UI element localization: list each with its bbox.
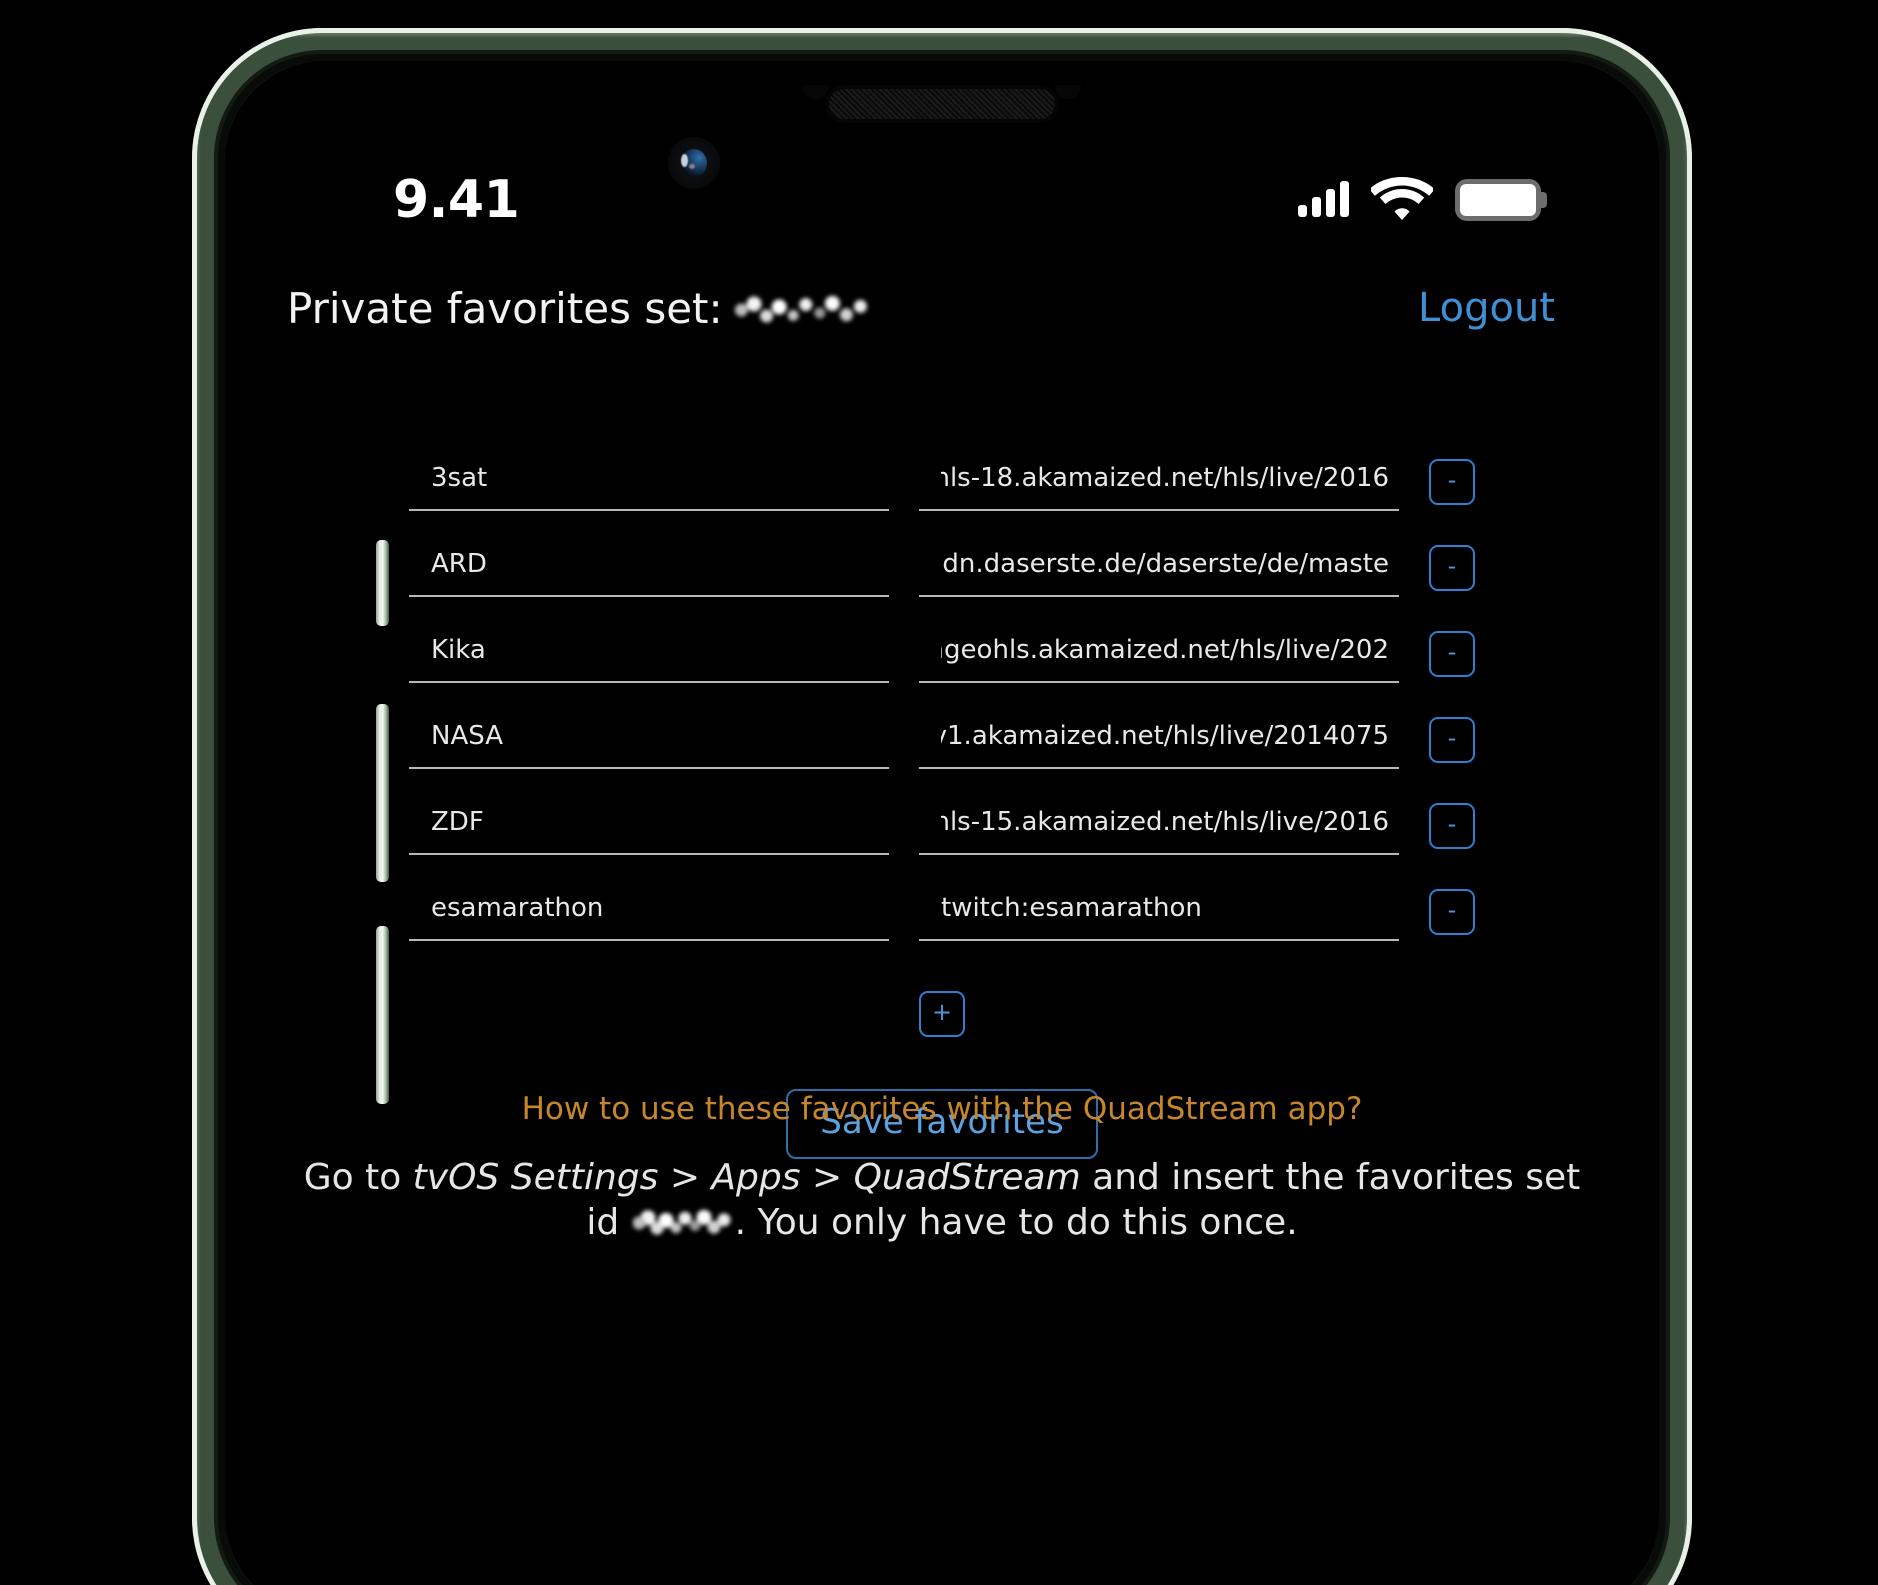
page-title-label: Private favorites set:: [287, 283, 723, 333]
cellular-signal-icon: [1298, 181, 1349, 217]
phone-device-frame: 9.41 Private favorites set: Logout 3sat …: [192, 28, 1692, 1585]
favorite-row: -: [409, 711, 1475, 769]
phone-screen: 9.41 Private favorites set: Logout 3sat …: [225, 61, 1659, 1585]
cellular-bar-3: [1326, 189, 1335, 217]
cellular-bar-4: [1340, 181, 1349, 217]
add-favorite-button[interactable]: +: [919, 991, 965, 1037]
favorite-url-input[interactable]: [919, 453, 1399, 511]
favorites-rows: - - - - - -: [409, 453, 1475, 969]
favorite-url-input[interactable]: [919, 539, 1399, 597]
remove-favorite-button[interactable]: -: [1429, 545, 1475, 591]
instruction-part-3: . You only have to do this once.: [734, 1202, 1298, 1244]
remove-favorite-button[interactable]: -: [1429, 803, 1475, 849]
favorite-row: -: [409, 539, 1475, 597]
favorite-row: -: [409, 453, 1475, 511]
favorite-url-input[interactable]: [919, 797, 1399, 855]
favorites-set-id-redacted: [732, 294, 873, 325]
add-row-container: +: [225, 991, 1659, 1037]
favorite-name-input[interactable]: [409, 797, 889, 855]
volume-down-button[interactable]: [376, 926, 389, 1104]
front-camera-icon: [668, 137, 720, 189]
instruction-emphasis: tvOS Settings > Apps > QuadStream: [412, 1157, 1081, 1198]
battery-tip: [1540, 192, 1547, 208]
status-bar-clock: 9.41: [393, 170, 520, 230]
favorite-url-input[interactable]: [919, 711, 1399, 769]
instruction-part-1: Go to: [303, 1157, 413, 1198]
cellular-bar-1: [1298, 205, 1307, 217]
volume-up-button[interactable]: [376, 704, 389, 882]
favorite-row: -: [409, 883, 1475, 941]
favorite-row: -: [409, 797, 1475, 855]
how-to-use-link[interactable]: How to use these favorites with the Quad…: [283, 1091, 1601, 1127]
remove-favorite-button[interactable]: -: [1429, 889, 1475, 935]
favorite-row: -: [409, 625, 1475, 683]
remove-favorite-button[interactable]: -: [1429, 459, 1475, 505]
favorite-name-input[interactable]: [409, 453, 889, 511]
favorite-name-input[interactable]: [409, 625, 889, 683]
favorite-url-input[interactable]: [919, 883, 1399, 941]
app-viewport: 9.41 Private favorites set: Logout 3sat …: [225, 61, 1659, 1585]
wifi-icon: [1369, 176, 1435, 224]
status-bar: 9.41: [225, 165, 1659, 235]
camera-glint-secondary: [689, 164, 695, 169]
footer-help: How to use these favorites with the Quad…: [283, 1091, 1601, 1246]
logout-button[interactable]: Logout: [1418, 285, 1555, 331]
favorite-name-input[interactable]: [409, 539, 889, 597]
favorite-url-input[interactable]: [919, 625, 1399, 683]
favorite-name-input[interactable]: [409, 711, 889, 769]
action-button[interactable]: [376, 540, 389, 626]
instruction-text: Go to tvOS Settings > Apps > QuadStream …: [283, 1155, 1601, 1246]
screenshot-root: 9.41 Private favorites set: Logout 3sat …: [0, 0, 1878, 1585]
camera-glint: [681, 154, 688, 167]
favorites-form: ------ + Save favorites: [225, 453, 1659, 1159]
remove-favorite-button[interactable]: -: [1429, 717, 1475, 763]
remove-favorite-button[interactable]: -: [1429, 631, 1475, 677]
favorite-name-input[interactable]: [409, 883, 889, 941]
page-title: Private favorites set:: [287, 284, 873, 333]
battery-icon: [1455, 179, 1547, 221]
status-bar-icons: [1298, 176, 1547, 224]
battery-fill: [1460, 184, 1536, 216]
earpiece-speaker-grille: [829, 89, 1055, 119]
favorites-set-id-redacted-footer: [632, 1210, 733, 1237]
page-header: Private favorites set: Logout: [225, 273, 1659, 343]
cellular-bar-2: [1312, 197, 1321, 217]
